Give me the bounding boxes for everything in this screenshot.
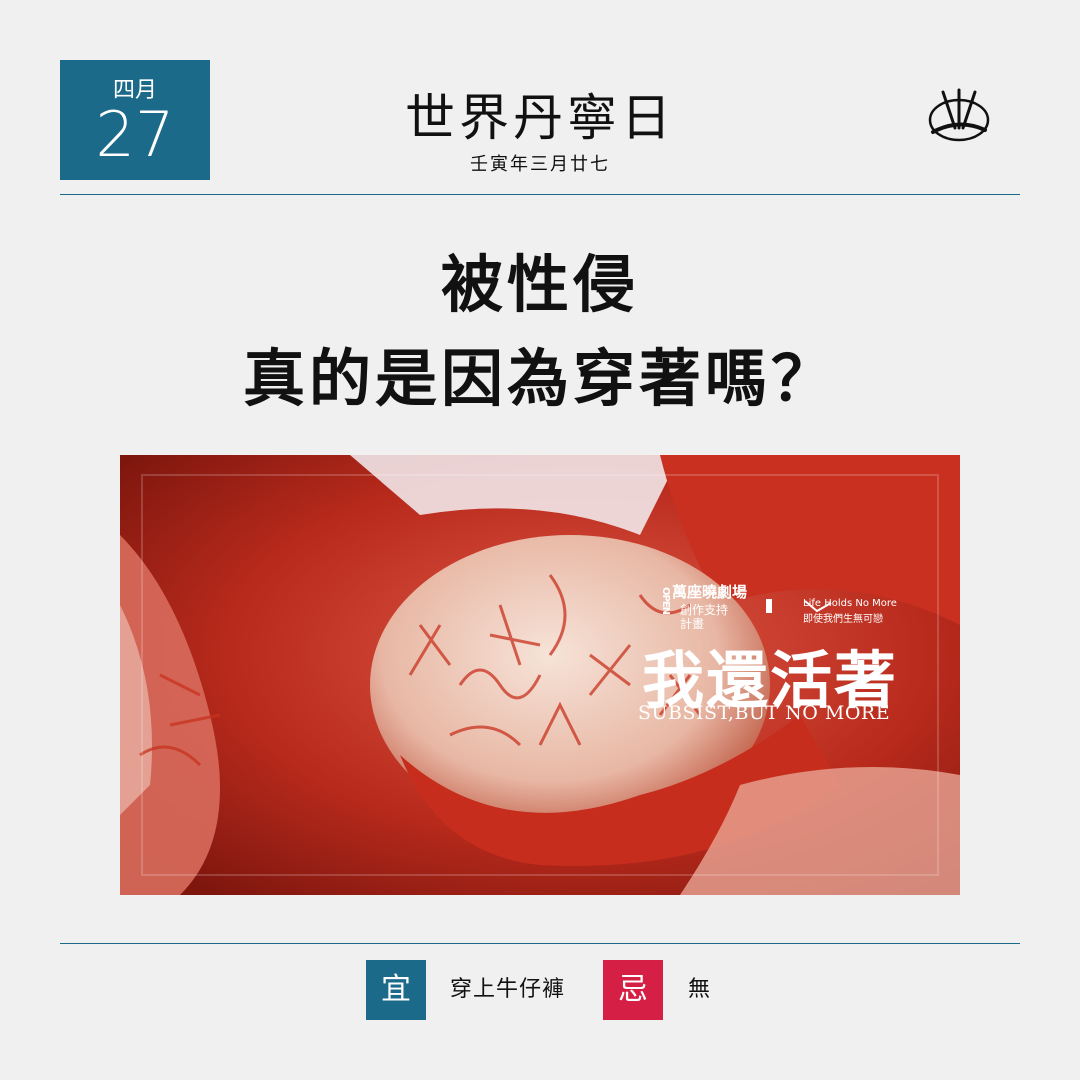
credit-plan: 計畫 bbox=[680, 617, 705, 631]
bottom-divider bbox=[60, 943, 1020, 944]
credit-chinese: 即使我們生無可戀 bbox=[803, 614, 883, 625]
credit-english: Life Holds No More bbox=[803, 598, 897, 609]
headline-line-1: 被性侵 bbox=[440, 248, 639, 321]
open-wordmark: OPEN bbox=[660, 587, 671, 615]
do-badge: 宜 bbox=[366, 960, 426, 1020]
lunar-date: 壬寅年三月廿七 bbox=[470, 154, 610, 175]
top-divider bbox=[60, 194, 1020, 195]
headline-line-2: 真的是因為穿著嗎？ bbox=[242, 342, 837, 415]
dont-badge: 忌 bbox=[603, 960, 663, 1020]
poster-subtitle: SUBSIST,BUT NO MORE bbox=[638, 702, 891, 724]
credit-divider bbox=[766, 599, 772, 613]
brush-logo-icon bbox=[928, 88, 990, 142]
page-title: 世界丹寧日 bbox=[405, 89, 675, 147]
credit-venue: 萬座曉劇場 bbox=[672, 583, 748, 601]
credit-support: 創作支持 bbox=[680, 603, 729, 617]
poster-image: OPEN 萬座曉劇場 創作支持 計畫 Life Holds No More 即使… bbox=[120, 455, 960, 895]
do-text: 穿上牛仔褲 bbox=[450, 977, 566, 1002]
dont-text: 無 bbox=[688, 977, 712, 1002]
